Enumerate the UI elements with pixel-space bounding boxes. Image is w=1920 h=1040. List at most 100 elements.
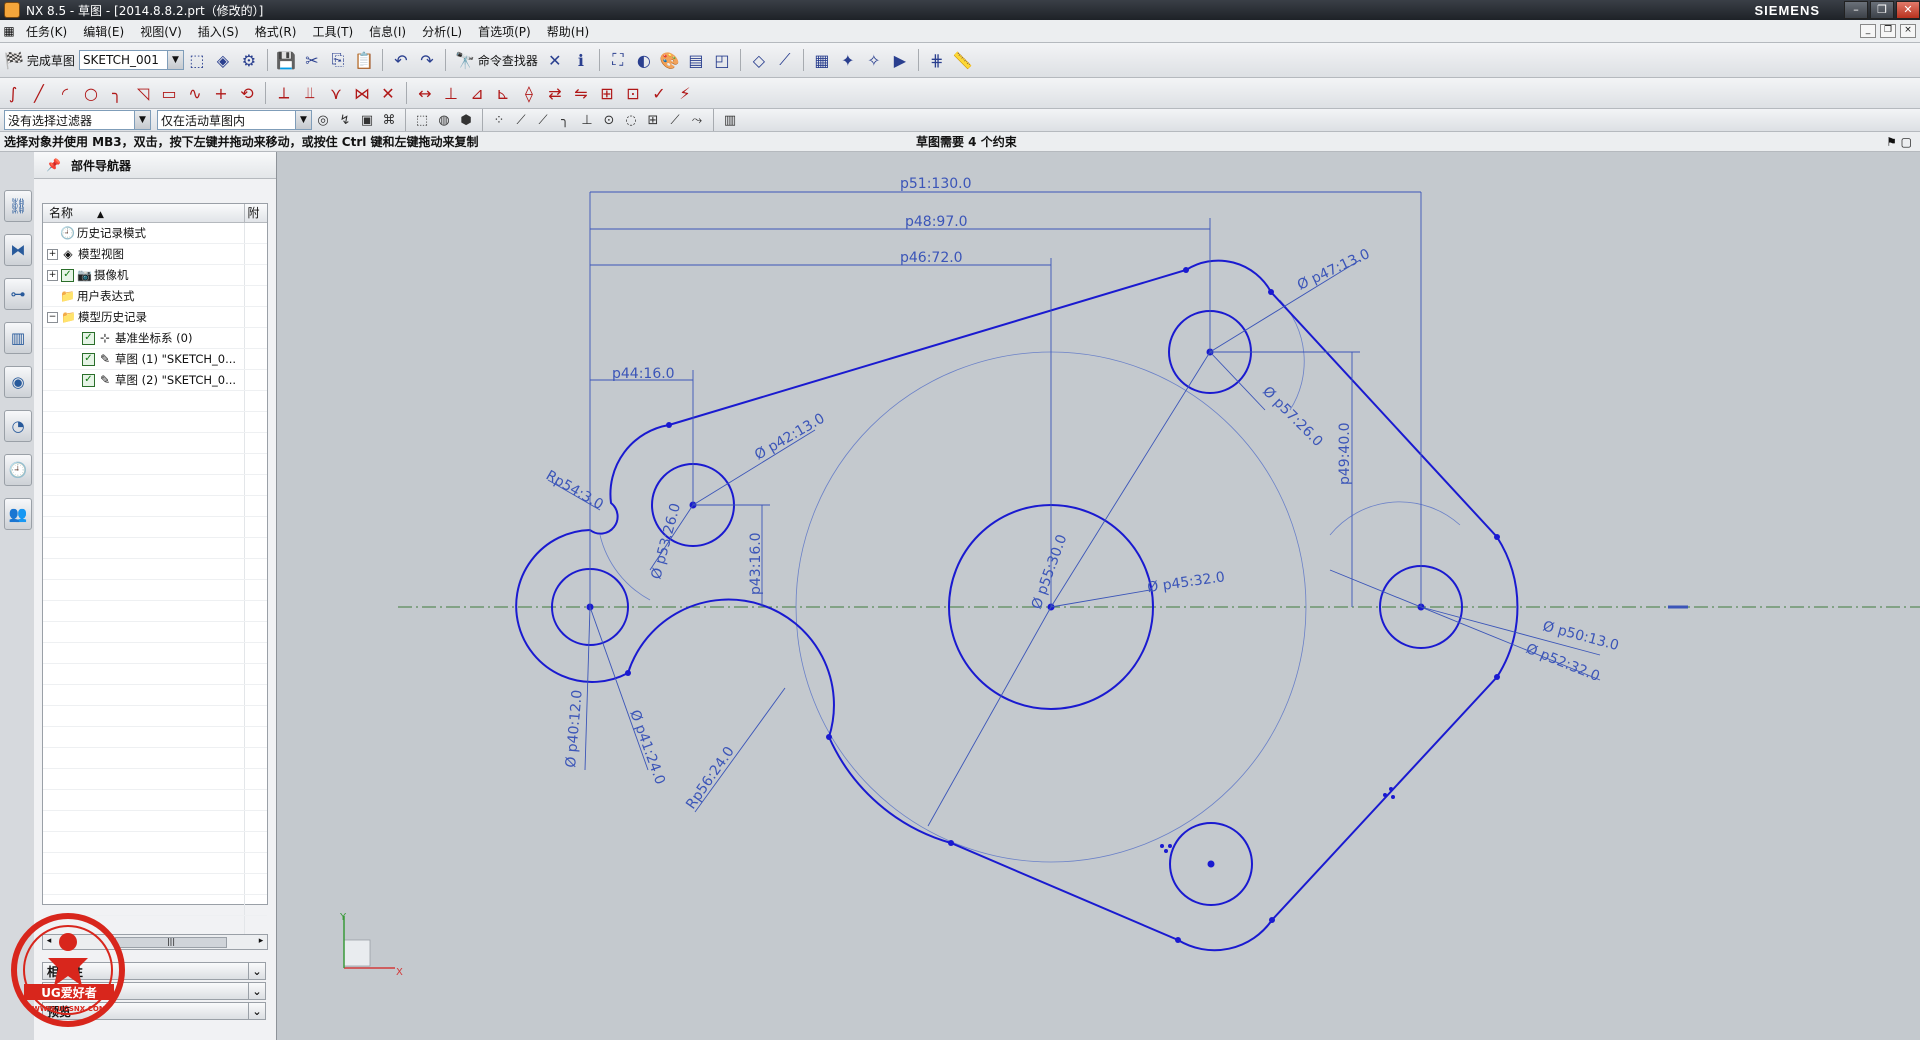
selection-scope-select[interactable]: 仅在活动草图内 ▼ <box>157 110 312 130</box>
outer-profile-curve[interactable] <box>515 259 1519 952</box>
menu-insert[interactable]: 插入(S) <box>190 23 247 40</box>
tree-row[interactable]: ✓ ⊹ 基准坐标系 (0) <box>43 328 267 349</box>
quick-trim-icon[interactable]: ⟂ <box>272 81 296 105</box>
reset-filter-icon[interactable]: ↯ <box>335 110 355 130</box>
menu-preferences[interactable]: 首选项(P) <box>470 23 539 40</box>
doc-restore-button[interactable]: ❐ <box>1880 24 1896 38</box>
tangent-point[interactable] <box>625 670 631 676</box>
point-on-curve-icon[interactable]: ⟋ <box>665 110 685 130</box>
tangent-point[interactable] <box>666 422 672 428</box>
animate-dimension-icon[interactable]: ⟠ <box>517 81 541 105</box>
tree-row[interactable]: + ✓ 📷 摄像机 <box>43 265 267 286</box>
constraint-navigator-icon[interactable]: ⧓ <box>4 234 32 266</box>
save-icon[interactable]: 💾 <box>274 48 298 72</box>
rectangle-icon[interactable]: ▭ <box>157 81 181 105</box>
graphics-window[interactable]: p51:130.0 p48:97.0 p46:72.0 p44:16.0 Ø p… <box>277 152 1920 1040</box>
copy-icon[interactable]: ⎘ <box>326 48 350 72</box>
dim-p49[interactable]: p49:40.0 <box>1337 422 1353 485</box>
restore-button[interactable]: ❐ <box>1870 1 1894 19</box>
intersection-icon[interactable]: ✕ <box>376 81 400 105</box>
menu-analysis[interactable]: 分析(L) <box>414 23 470 40</box>
menu-format[interactable]: 格式(R) <box>247 23 305 40</box>
quick-extend-icon[interactable]: ⫫ <box>298 81 322 105</box>
snap-point-icon[interactable]: ⁘ <box>489 110 509 130</box>
chamfer-icon[interactable]: ◹ <box>131 81 155 105</box>
offset-curve-icon[interactable]: ⟲ <box>235 81 259 105</box>
collapse-icon[interactable]: − <box>47 311 58 323</box>
display-constraints-icon[interactable]: ⊿ <box>465 81 489 105</box>
delete-icon[interactable]: ✕ <box>543 48 567 72</box>
dim-p48[interactable]: p48:97.0 <box>905 214 968 230</box>
select-all-icon[interactable]: ⬚ <box>412 110 432 130</box>
dim-p57[interactable]: Ø p57:26.0 <box>1259 384 1326 451</box>
profile-icon[interactable]: ∫ <box>1 81 25 105</box>
rapid-dimension-icon[interactable]: ↔ <box>413 81 437 105</box>
relations-browser-icon[interactable]: ⊞ <box>595 81 619 105</box>
pin-icon[interactable]: 📌 <box>46 158 61 172</box>
control-point-icon[interactable]: ╮ <box>555 110 575 130</box>
studio-spline-icon[interactable]: ∿ <box>183 81 207 105</box>
menu-tools[interactable]: 工具(T) <box>304 23 361 40</box>
scroll-thumb[interactable]: ||| <box>115 937 227 948</box>
alternate-solution-icon[interactable]: ⇋ <box>569 81 593 105</box>
menu-edit[interactable]: 编辑(E) <box>75 23 132 40</box>
render-style-icon[interactable]: ◐ <box>632 48 656 72</box>
center-point[interactable] <box>1207 860 1215 868</box>
tangent-point[interactable] <box>826 734 832 740</box>
intersection-point-icon[interactable]: ⊥ <box>577 110 597 130</box>
tree-row[interactable]: ✓ ✎ 草图 (1) "SKETCH_0... <box>43 349 267 370</box>
point-constructor-icon[interactable]: ⤳ <box>687 110 707 130</box>
close-button[interactable]: ✕ <box>1896 1 1920 19</box>
dim-p50[interactable]: Ø p50:13.0 <box>1541 618 1621 654</box>
minimize-button[interactable]: – <box>1844 1 1868 19</box>
sketch-settings-icon[interactable]: ⚙ <box>237 48 261 72</box>
measure-icon[interactable]: 📏 <box>951 48 975 72</box>
layer-icon[interactable]: ▤ <box>684 48 708 72</box>
process-studio-icon[interactable]: ◔ <box>4 410 32 442</box>
geometric-constraints-icon[interactable]: ⊥ <box>439 81 463 105</box>
dim-p56[interactable]: Rp56:24.0 <box>683 744 738 812</box>
view-orientation-icon[interactable]: ◰ <box>710 48 734 72</box>
dim-p45[interactable]: Ø p45:32.0 <box>1146 569 1226 596</box>
scroll-right-icon[interactable]: ▸ <box>255 935 267 948</box>
tree-row[interactable]: 🕘 历史记录模式 <box>43 223 267 244</box>
dim-p46[interactable]: p46:72.0 <box>900 250 963 266</box>
tangent-point[interactable] <box>1494 674 1500 680</box>
tangent-point[interactable] <box>1494 534 1500 540</box>
tangent-point[interactable] <box>1183 267 1189 273</box>
part-navigator-icon[interactable]: ⊶ <box>4 278 32 310</box>
roles-icon[interactable]: 👥 <box>4 498 32 530</box>
history-icon[interactable]: 🕘 <box>4 454 32 486</box>
point-icon[interactable]: + <box>209 81 233 105</box>
inferred-constraints-icon[interactable]: ⊡ <box>621 81 645 105</box>
make-corner-icon[interactable]: ⋎ <box>324 81 348 105</box>
dim-p47[interactable]: Ø p47:13.0 <box>1295 246 1373 293</box>
redo-icon[interactable]: ↷ <box>415 48 439 72</box>
visibility-checkbox[interactable]: ✓ <box>82 373 95 387</box>
doc-close-button[interactable]: × <box>1900 24 1916 38</box>
grid-icon[interactable]: ⋕ <box>925 48 949 72</box>
quick-pick-icon[interactable]: ▥ <box>720 110 740 130</box>
body-select-icon[interactable]: ⬢ <box>456 110 476 130</box>
menu-help[interactable]: 帮助(H) <box>539 23 597 40</box>
line-icon[interactable]: ╱ <box>27 81 51 105</box>
tree-row[interactable]: ✓ ✎ 草图 (2) "SKETCH_0... <box>43 370 267 391</box>
circle-icon[interactable]: ○ <box>79 81 103 105</box>
create-inferred-icon[interactable]: ✓ <box>647 81 671 105</box>
dim-p40[interactable]: Ø p40:12.0 <box>563 689 586 768</box>
sketch-drawing[interactable]: p51:130.0 p48:97.0 p46:72.0 p44:16.0 Ø p… <box>277 152 1920 1040</box>
dim-p54[interactable]: Rp54:3.0 <box>543 468 606 514</box>
existing-point-icon[interactable]: ⊞ <box>643 110 663 130</box>
mirror-curve-icon[interactable]: ⋈ <box>350 81 374 105</box>
reattach-icon[interactable]: ◈ <box>211 48 235 72</box>
color-filter-icon[interactable]: ⌘ <box>379 110 399 130</box>
paste-icon[interactable]: 📋 <box>352 48 376 72</box>
command-finder-button[interactable]: 🔭 命令查找器 <box>451 51 542 70</box>
type-filter-icon[interactable]: ▣ <box>357 110 377 130</box>
visibility-checkbox[interactable]: ✓ <box>61 268 74 282</box>
sketch-profile[interactable] <box>515 259 1519 952</box>
information-icon[interactable]: ℹ <box>569 48 593 72</box>
tangent-point[interactable] <box>948 840 954 846</box>
end-point-icon[interactable]: ⟋ <box>511 110 531 130</box>
quadrant-point-icon[interactable]: ◌ <box>621 110 641 130</box>
